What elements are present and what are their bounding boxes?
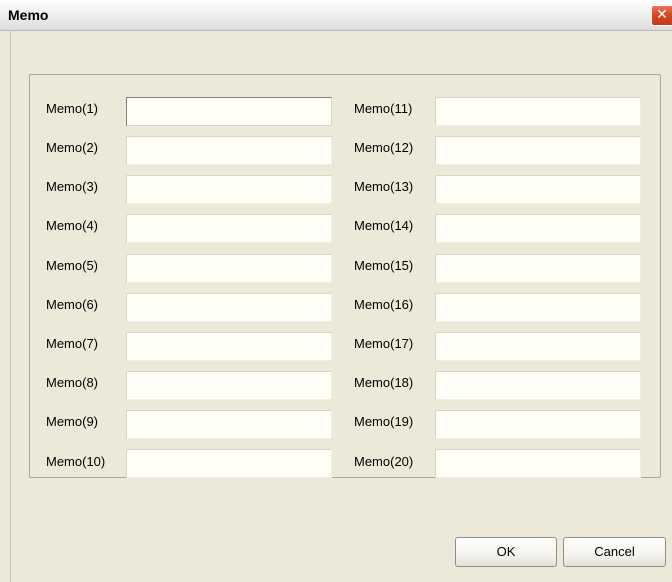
memo-input[interactable] — [435, 214, 641, 243]
memo-label: Memo(6) — [46, 297, 99, 312]
memo-label: Memo(7) — [46, 336, 99, 351]
memo-input[interactable] — [435, 97, 641, 126]
memo-input[interactable] — [126, 175, 332, 204]
memo-label: Memo(13) — [354, 179, 414, 194]
close-button[interactable]: ✕ — [651, 5, 672, 26]
memo-label: Memo(15) — [354, 258, 414, 273]
memo-label: Memo(8) — [46, 375, 99, 390]
memo-label: Memo(12) — [354, 140, 414, 155]
memo-input[interactable] — [126, 449, 332, 478]
memo-input[interactable] — [435, 410, 641, 439]
memo-label: Memo(14) — [354, 218, 414, 233]
memo-input[interactable] — [435, 332, 641, 361]
memo-dialog: Memo ✕ Memo(1) Memo(2) Memo(3) Memo(4) M… — [0, 0, 672, 582]
memo-input[interactable] — [126, 410, 332, 439]
memo-input[interactable] — [126, 214, 332, 243]
memo-label: Memo(16) — [354, 297, 414, 312]
memo-label: Memo(19) — [354, 414, 414, 429]
ok-button[interactable]: OK — [455, 537, 557, 567]
memo-label: Memo(3) — [46, 179, 99, 194]
memo-label: Memo(20) — [354, 454, 414, 469]
memo-label: Memo(5) — [46, 258, 99, 273]
close-icon: ✕ — [656, 7, 668, 23]
memo-input[interactable] — [126, 371, 332, 400]
memo-input[interactable] — [435, 293, 641, 322]
memo-label: Memo(9) — [46, 414, 99, 429]
cancel-button[interactable]: Cancel — [563, 537, 666, 567]
memo-input[interactable] — [435, 371, 641, 400]
memo-label: Memo(11) — [354, 101, 413, 116]
memo-input[interactable] — [126, 97, 332, 126]
memo-label: Memo(10) — [46, 454, 106, 469]
window-title: Memo — [8, 7, 49, 23]
memo-input[interactable] — [435, 136, 641, 165]
memo-input[interactable] — [435, 254, 641, 283]
title-bar[interactable]: Memo ✕ — [0, 0, 672, 31]
memo-label: Memo(2) — [46, 140, 99, 155]
memo-input[interactable] — [126, 332, 332, 361]
memo-label: Memo(1) — [46, 101, 99, 116]
memo-input[interactable] — [126, 254, 332, 283]
memo-input[interactable] — [126, 136, 332, 165]
memo-input[interactable] — [435, 449, 641, 478]
memo-input[interactable] — [126, 293, 332, 322]
memo-input[interactable] — [435, 175, 641, 204]
memo-label: Memo(18) — [354, 375, 414, 390]
memo-label: Memo(4) — [46, 218, 99, 233]
window-left-edge — [0, 31, 11, 582]
memo-label: Memo(17) — [354, 336, 414, 351]
